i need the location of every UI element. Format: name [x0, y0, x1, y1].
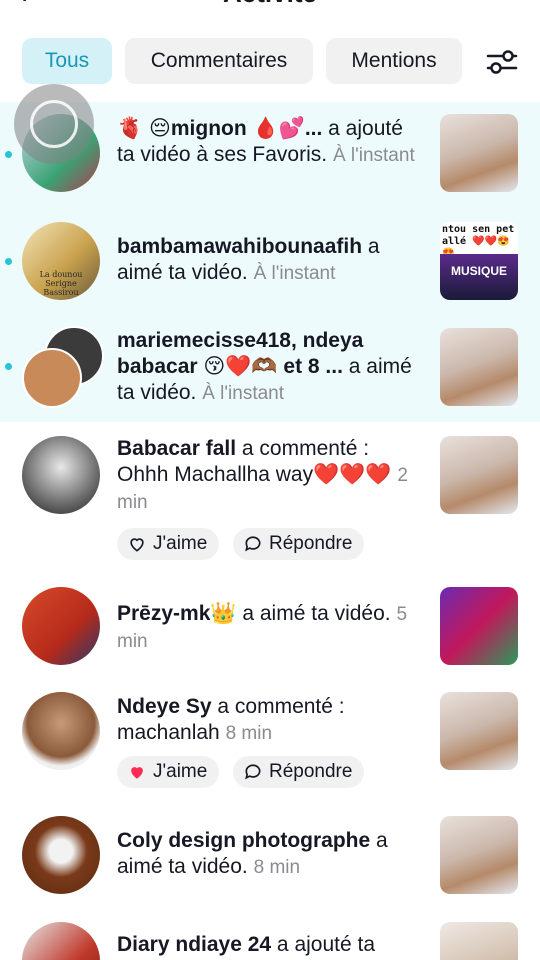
reply-label: Répondre [269, 761, 353, 782]
notification-action: a ajouté ta [271, 933, 376, 956]
avatar[interactable] [22, 587, 100, 665]
notification-text: 🫀 😔mignon 🩸💕... a ajouté ta vidéo à ses … [117, 116, 422, 169]
username[interactable]: mariemecisse418, ndeya babacar 😚❤️🫶🏾 et … [117, 329, 363, 378]
notification-text: bambamawahibounaafih a aimé ta vidéo. À … [117, 234, 422, 287]
timestamp: 8 min [225, 723, 273, 744]
avatar[interactable] [22, 692, 100, 770]
reply-button[interactable]: Répondre [233, 528, 365, 560]
video-thumbnail[interactable] [440, 692, 518, 770]
filter-settings-icon[interactable] [482, 42, 522, 82]
notification-text: Babacar fall a commenté : Ohhh Machallha… [117, 436, 422, 516]
filter-tabs: Tous Commentaires Mentions [22, 38, 540, 84]
list-item[interactable]: La dounou Serigne Bassirou bambamawahibo… [0, 208, 540, 314]
notification-text: Coly design photographe a aimé ta vidéo.… [117, 828, 422, 881]
timestamp: À l'instant [332, 145, 415, 166]
page-title: Activité [223, 0, 317, 8]
list-item[interactable]: Coly design photographe a aimé ta vidéo.… [0, 804, 540, 910]
tab-tous[interactable]: Tous [22, 38, 112, 84]
timestamp: À l'instant [253, 263, 336, 284]
list-item[interactable]: mariemecisse418, ndeya babacar 😚❤️🫶🏾 et … [0, 314, 540, 422]
timestamp: À l'instant [202, 383, 285, 404]
notification-text: mariemecisse418, ndeya babacar 😚❤️🫶🏾 et … [117, 328, 422, 407]
username[interactable]: bambamawahibounaafih [117, 235, 362, 258]
notification-action: a aimé ta vidéo. [236, 602, 391, 625]
comment-bubble-icon [245, 764, 261, 780]
list-item[interactable]: Prēzy-mk👑 a aimé ta vidéo. 5 min [0, 575, 540, 681]
avatar-caption: La dounou Serigne Bassirou [39, 270, 83, 297]
avatar[interactable] [22, 816, 100, 894]
unread-dot [5, 151, 12, 158]
touch-indicator [14, 84, 94, 164]
tab-commentaires[interactable]: Commentaires [125, 38, 313, 84]
like-label: J'aime [153, 761, 208, 782]
username[interactable]: 🫀 😔mignon 🩸💕... [117, 117, 322, 140]
username[interactable]: Diary ndiaye 24 [117, 933, 271, 956]
reply-button[interactable]: Répondre [233, 756, 365, 788]
unread-dot [5, 363, 12, 370]
video-thumbnail[interactable] [440, 436, 518, 514]
timestamp: 8 min [253, 857, 301, 878]
heart-outline-icon [130, 538, 144, 552]
notification-text: Diary ndiaye 24 a ajouté ta [117, 932, 422, 958]
list-item[interactable]: Babacar fall a commenté : Ohhh Machallha… [0, 422, 540, 572]
like-button[interactable]: J'aime [117, 528, 220, 560]
video-thumbnail[interactable] [440, 587, 518, 665]
reply-label: Répondre [269, 533, 353, 554]
avatar[interactable] [22, 922, 100, 960]
list-item[interactable]: Ndeye Sy a commenté : machanlah 8 min J'… [0, 680, 540, 810]
username[interactable]: Coly design photographe [117, 829, 370, 852]
avatar[interactable] [22, 348, 82, 408]
video-thumbnail[interactable] [440, 816, 518, 894]
video-thumbnail[interactable] [440, 114, 518, 192]
video-thumbnail[interactable] [440, 922, 518, 960]
avatar[interactable] [22, 436, 100, 514]
thumbnail-brand: MUSIQUE [450, 264, 507, 278]
like-label: J'aime [153, 533, 208, 554]
unread-dot [5, 258, 12, 265]
list-item[interactable]: Diary ndiaye 24 a ajouté ta [0, 910, 540, 960]
username[interactable]: Prēzy-mk👑 [117, 602, 237, 625]
avatar[interactable]: La dounou Serigne Bassirou [22, 222, 100, 300]
video-thumbnail[interactable] [440, 328, 518, 406]
notification-text: Prēzy-mk👑 a aimé ta vidéo. 5 min [117, 601, 422, 655]
header: ‹ Activité [0, 0, 540, 10]
username[interactable]: Babacar fall [117, 437, 236, 460]
video-thumbnail[interactable]: ntou sen pet allé ❤️❤️😍😍 MUSIQUE [440, 222, 518, 300]
tab-mentions[interactable]: Mentions [326, 38, 462, 84]
heart-filled-icon [131, 767, 143, 779]
notification-text: Ndeye Sy a commenté : machanlah 8 min [117, 694, 422, 747]
comment-bubble-icon [245, 536, 261, 552]
back-icon[interactable]: ‹ [18, 0, 27, 10]
username[interactable]: Ndeye Sy [117, 695, 212, 718]
like-button[interactable]: J'aime [117, 756, 220, 788]
